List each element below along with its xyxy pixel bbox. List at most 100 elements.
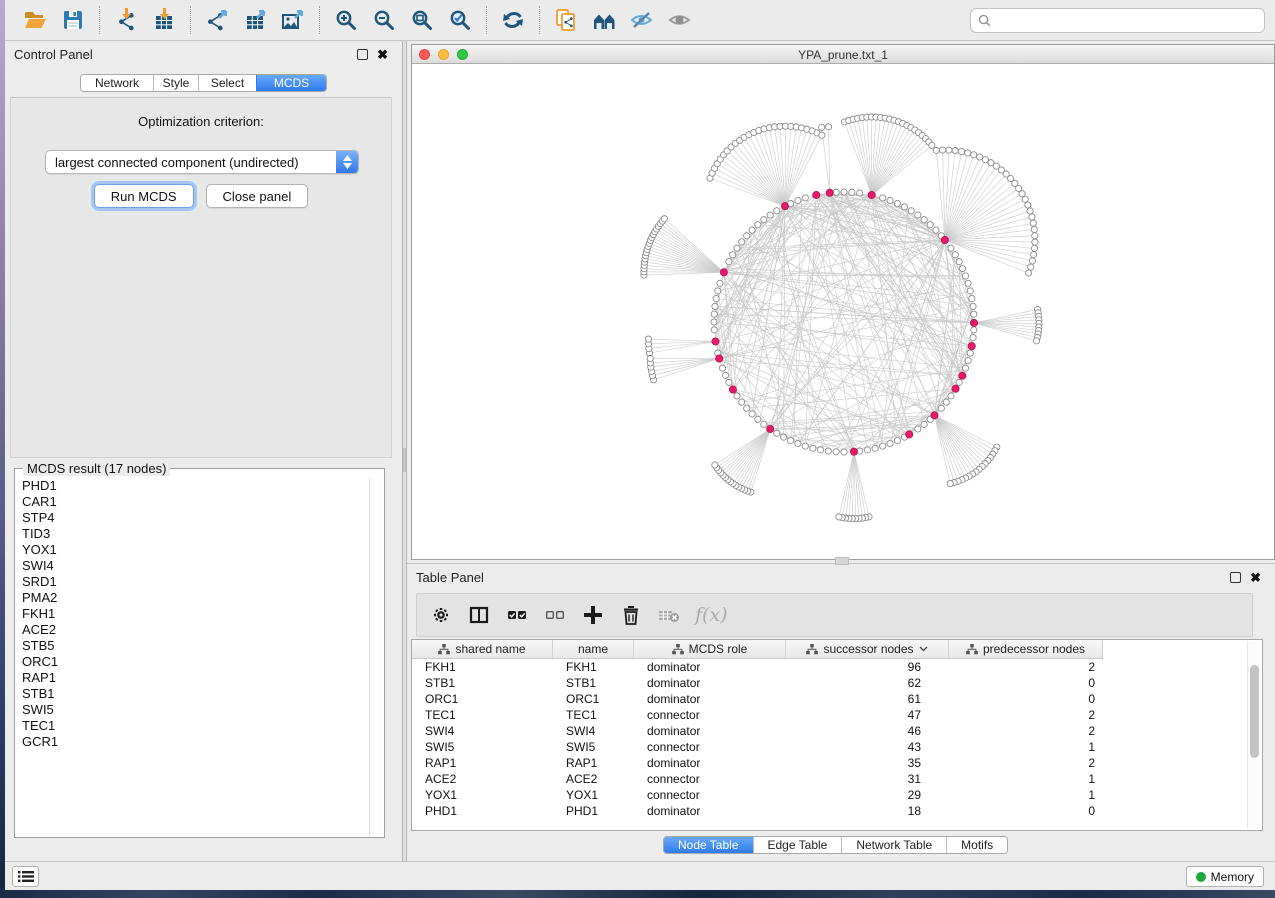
- table-row[interactable]: SWI5SWI5connector431: [412, 739, 1262, 755]
- show-status-list-button[interactable]: [12, 866, 39, 887]
- tab-motifs[interactable]: Motifs: [946, 837, 1007, 853]
- select-all-button[interactable]: [505, 598, 529, 632]
- mcds-result-item[interactable]: ACE2: [16, 622, 369, 638]
- run-mcds-button[interactable]: Run MCDS: [94, 184, 194, 208]
- mcds-result-item[interactable]: SRD1: [16, 574, 369, 590]
- zoom-fit-button[interactable]: [406, 4, 438, 36]
- mcds-result-item[interactable]: GCR1: [16, 734, 369, 750]
- table-row[interactable]: FKH1FKH1dominator962: [412, 659, 1262, 675]
- mcds-result-item[interactable]: ORC1: [16, 654, 369, 670]
- deselect-all-button[interactable]: [543, 598, 567, 632]
- column-header-predecessor-nodes[interactable]: predecessor nodes: [949, 640, 1103, 658]
- mcds-result-item[interactable]: YOX1: [16, 542, 369, 558]
- new-network-from-selection-icon: [554, 8, 578, 32]
- mcds-result-item[interactable]: PMA2: [16, 590, 369, 606]
- first-neighbors-button[interactable]: [588, 4, 620, 36]
- table-row[interactable]: ORC1ORC1dominator610: [412, 691, 1262, 707]
- export-network-icon: [205, 8, 229, 32]
- tab-mcds[interactable]: MCDS: [256, 75, 326, 91]
- tab-network-table[interactable]: Network Table: [841, 837, 946, 853]
- column-header-MCDS-role[interactable]: MCDS role: [634, 640, 786, 658]
- column-header-name[interactable]: name: [553, 640, 634, 658]
- delete-column-icon: [619, 603, 643, 627]
- mcds-result-item[interactable]: STB1: [16, 686, 369, 702]
- cell-successor-nodes: 31: [786, 772, 949, 786]
- splitter-handle[interactable]: [403, 448, 406, 472]
- column-header-successor-nodes[interactable]: successor nodes: [786, 640, 949, 658]
- control-panel-tabs: NetworkStyleSelectMCDS: [80, 74, 327, 92]
- network-canvas[interactable]: [412, 64, 1274, 559]
- table-row[interactable]: RAP1RAP1dominator352: [412, 755, 1262, 771]
- mcds-result-item[interactable]: SWI5: [16, 702, 369, 718]
- export-network-button[interactable]: [201, 4, 233, 36]
- cell-predecessor-nodes: 1: [949, 788, 1103, 802]
- shared-column-icon: [672, 644, 684, 655]
- table-row[interactable]: SWI4SWI4dominator462: [412, 723, 1262, 739]
- columns-icon: [467, 603, 491, 627]
- column-header-shared-name[interactable]: shared name: [412, 640, 553, 658]
- mcds-result-item[interactable]: STP4: [16, 510, 369, 526]
- delete-column-button[interactable]: [619, 598, 643, 632]
- gear-button[interactable]: [429, 598, 453, 632]
- search-box: [970, 8, 1265, 33]
- apply-layout-button[interactable]: [497, 4, 529, 36]
- add-column-button[interactable]: [581, 598, 605, 632]
- table-row[interactable]: STB1STB1dominator620: [412, 675, 1262, 691]
- float-panel-icon[interactable]: [357, 49, 368, 60]
- tab-style[interactable]: Style: [153, 75, 198, 91]
- close-table-panel-icon[interactable]: ✖: [1250, 572, 1261, 583]
- tab-network[interactable]: Network: [81, 75, 153, 91]
- zoom-out-button[interactable]: [368, 4, 400, 36]
- mcds-result-item[interactable]: TEC1: [16, 718, 369, 734]
- mcds-result-item[interactable]: SWI4: [16, 558, 369, 574]
- show-all-button[interactable]: [664, 4, 696, 36]
- mcds-result-item[interactable]: TID3: [16, 526, 369, 542]
- open-session-button[interactable]: [19, 4, 51, 36]
- zoom-in-icon: [334, 8, 358, 32]
- mcds-result-item[interactable]: CAR1: [16, 494, 369, 510]
- table-row[interactable]: PHD1PHD1dominator180: [412, 803, 1262, 819]
- mcds-list-scrollbar[interactable]: [369, 478, 383, 836]
- cell-name: ACE2: [553, 772, 634, 786]
- save-session-button[interactable]: [57, 4, 89, 36]
- close-panel-button[interactable]: Close panel: [206, 184, 309, 208]
- columns-button[interactable]: [467, 598, 491, 632]
- mcds-result-item[interactable]: FKH1: [16, 606, 369, 622]
- table-row[interactable]: TEC1TEC1connector472: [412, 707, 1262, 723]
- table-scrollbar-thumb[interactable]: [1250, 665, 1259, 758]
- tab-edge-table[interactable]: Edge Table: [753, 837, 842, 853]
- cell-successor-nodes: 46: [786, 724, 949, 738]
- table-row[interactable]: ACE2ACE2connector311: [412, 771, 1262, 787]
- control-panel-title: Control Panel: [5, 47, 93, 62]
- import-table-button[interactable]: [148, 4, 180, 36]
- import-network-button[interactable]: [110, 4, 142, 36]
- tab-node-table[interactable]: Node Table: [664, 837, 753, 853]
- optimization-criterion-dropdown[interactable]: largest connected component (undirected): [45, 150, 359, 174]
- tab-select[interactable]: Select: [198, 75, 256, 91]
- zoom-in-button[interactable]: [330, 4, 362, 36]
- network-window-titlebar[interactable]: YPA_prune.txt_1: [412, 45, 1274, 64]
- mcds-node: [959, 372, 966, 379]
- cell-predecessor-nodes: 2: [949, 708, 1103, 722]
- close-panel-icon[interactable]: ✖: [377, 49, 388, 60]
- table-scrollbar[interactable]: [1247, 641, 1261, 829]
- cell-mcds-role: connector: [634, 708, 786, 722]
- mcds-result-item[interactable]: STB5: [16, 638, 369, 654]
- export-table-button[interactable]: [239, 4, 271, 36]
- cell-mcds-role: dominator: [634, 676, 786, 690]
- memory-button[interactable]: Memory: [1186, 866, 1264, 887]
- table-row[interactable]: YOX1YOX1connector291: [412, 787, 1262, 803]
- hide-selected-icon: [630, 8, 654, 32]
- graph-edges: [644, 117, 1039, 519]
- new-network-from-selection-button[interactable]: [550, 4, 582, 36]
- mcds-result-item[interactable]: PHD1: [16, 478, 369, 494]
- export-image-button[interactable]: [277, 4, 309, 36]
- hide-selected-button[interactable]: [626, 4, 658, 36]
- mcds-node: [720, 269, 727, 276]
- search-input[interactable]: [996, 13, 1257, 27]
- float-table-panel-icon[interactable]: [1230, 572, 1241, 583]
- zoom-selected-button[interactable]: [444, 4, 476, 36]
- cell-predecessor-nodes: 2: [949, 724, 1103, 738]
- mcds-result-item[interactable]: RAP1: [16, 670, 369, 686]
- cell-name: SWI5: [553, 740, 634, 754]
